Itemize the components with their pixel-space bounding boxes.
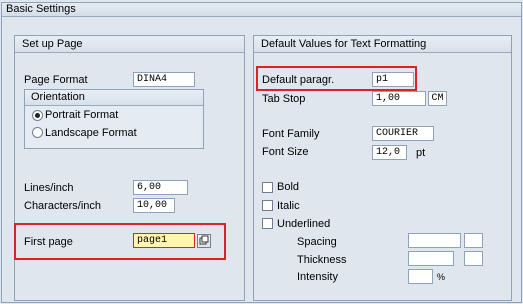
page-format-field[interactable]: DINA4	[133, 72, 195, 87]
landscape-label[interactable]: Landscape Format	[45, 126, 137, 140]
spacing-label: Spacing	[297, 236, 337, 248]
lines-per-inch-field[interactable]: 6,00	[133, 180, 188, 195]
font-size-field[interactable]: 12,0	[372, 145, 407, 160]
font-family-label: Font Family	[262, 128, 320, 140]
portrait-label[interactable]: Portrait Format	[45, 108, 118, 122]
underlined-label[interactable]: Underlined	[277, 217, 330, 231]
thickness-unit-field[interactable]	[464, 251, 483, 266]
chars-per-inch-field[interactable]: 10,00	[133, 198, 175, 213]
value-help-button[interactable]	[197, 234, 211, 248]
lines-per-inch-label: Lines/inch	[24, 182, 74, 194]
tab-stop-field[interactable]: 1,00	[372, 91, 426, 106]
text-format-title: Default Values for Text Formatting	[254, 36, 511, 53]
italic-label[interactable]: Italic	[277, 199, 300, 213]
panel-title: Basic Settings	[2, 3, 521, 17]
font-family-field[interactable]: COURIER	[372, 126, 434, 141]
first-page-field[interactable]: page1	[133, 233, 195, 248]
spacing-unit-field[interactable]	[464, 233, 483, 248]
underlined-checkbox[interactable]	[262, 218, 273, 229]
spacing-field[interactable]	[408, 233, 461, 248]
tab-stop-label: Tab Stop	[262, 93, 306, 105]
default-paragraph-field[interactable]: p1	[372, 72, 414, 87]
portrait-radio[interactable]	[32, 110, 43, 121]
intensity-field[interactable]	[408, 269, 433, 284]
setup-page-title: Set up Page	[15, 36, 244, 53]
italic-checkbox[interactable]	[262, 200, 273, 211]
intensity-label: Intensity	[297, 271, 338, 283]
default-paragraph-label: Default paragr.	[262, 74, 335, 86]
chars-per-inch-label: Characters/inch	[24, 200, 102, 212]
thickness-label: Thickness	[297, 254, 347, 266]
intensity-unit: %	[437, 272, 446, 282]
copy-icon	[199, 235, 209, 245]
font-size-unit: pt	[416, 147, 426, 159]
bold-label[interactable]: Bold	[277, 180, 299, 194]
tab-stop-unit[interactable]: CM	[428, 91, 447, 106]
first-page-label: First page	[24, 236, 73, 248]
thickness-field[interactable]	[408, 251, 454, 266]
landscape-radio[interactable]	[32, 127, 43, 138]
font-size-label: Font Size	[262, 146, 309, 158]
orientation-title: Orientation	[25, 90, 203, 106]
bold-checkbox[interactable]	[262, 182, 273, 193]
page-format-label: Page Format	[24, 74, 88, 86]
